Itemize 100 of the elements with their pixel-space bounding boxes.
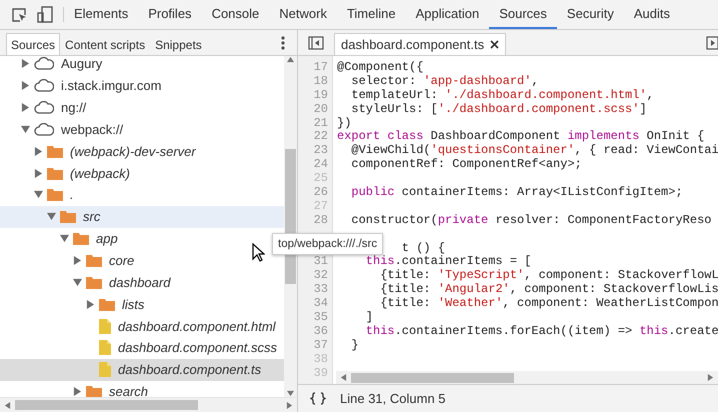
panel-tab[interactable]: Timeline	[336, 0, 406, 29]
folder-icon	[86, 276, 102, 289]
scroll-left-arrow-icon[interactable]	[4, 402, 11, 408]
folder-icon	[60, 210, 76, 224]
folder-icon	[86, 254, 102, 268]
line-number: 17	[312, 61, 329, 75]
line-number: 28	[312, 214, 329, 228]
code-line: })	[337, 116, 352, 130]
tree-item[interactable]: (webpack)	[0, 162, 134, 184]
code-line: export class DashboardComponent implements OnInit {	[337, 130, 706, 144]
code-line: ]	[364, 311, 374, 325]
code-line: public containerItems: Array<IListConfigItem>;	[350, 186, 684, 200]
triangle-icon[interactable]	[34, 168, 43, 178]
line-number: 26	[312, 186, 329, 200]
triangle-icon[interactable]	[34, 190, 43, 200]
tree-item[interactable]: app	[0, 228, 122, 250]
tree-item[interactable]: core	[0, 250, 138, 272]
tree-item[interactable]: lists	[0, 293, 148, 316]
line-number: 24	[312, 158, 329, 172]
mouse-cursor-icon	[252, 243, 265, 262]
code-line: this.containerItems = [	[364, 255, 532, 269]
line-number: 33	[312, 283, 329, 298]
tree-item[interactable]: src	[0, 206, 284, 228]
triangle-icon[interactable]	[21, 59, 30, 68]
tree-item[interactable]: .	[0, 184, 78, 206]
code-line: componentRef: ComponentRef<any>;	[350, 158, 583, 172]
more-options-icon[interactable]	[281, 36, 285, 50]
triangle-icon[interactable]	[60, 234, 69, 244]
line-number: 35	[312, 311, 329, 325]
code-line: }	[350, 338, 360, 353]
code-line: styleUrls: ['./dashboard.component.scss']	[350, 102, 648, 117]
cloud-icon	[34, 57, 54, 70]
tree-item[interactable]: webpack://	[0, 118, 128, 140]
curly-braces-icon[interactable]	[310, 392, 326, 405]
device-mode-icon[interactable]	[37, 6, 53, 23]
triangle-icon[interactable]	[86, 300, 95, 309]
code-line: selector: 'app-dashboard',	[350, 74, 540, 89]
folder-icon	[47, 166, 63, 180]
panel-tab[interactable]: Network	[269, 0, 337, 29]
triangle-icon[interactable]	[34, 146, 43, 156]
panel-tab[interactable]: Console	[202, 0, 270, 29]
navigator-tab[interactable]: Content scripts	[60, 33, 150, 55]
triangle-icon[interactable]	[73, 278, 82, 287]
file-icon	[99, 318, 111, 334]
horizontal-scrollbar[interactable]	[0, 397, 297, 412]
file-icon	[99, 362, 111, 378]
triangle-icon[interactable]	[21, 81, 30, 90]
tree-item[interactable]: search	[0, 380, 152, 397]
panel-tab[interactable]: Elements	[64, 0, 138, 29]
triangle-icon[interactable]	[73, 387, 82, 396]
triangle-icon[interactable]	[47, 212, 56, 222]
navigator-tab[interactable]: Sources	[6, 33, 60, 55]
tree-item[interactable]: i.stack.imgur.com	[0, 74, 166, 97]
line-number: 37	[312, 338, 329, 353]
code-line: @ViewChild('questionsContainer', { read: ViewContai	[350, 144, 718, 158]
line-number: 19	[312, 88, 329, 103]
line-number: 23	[312, 144, 329, 158]
code-line: {title: 'Weather', component: WeatherListCompon	[379, 297, 718, 312]
tree-item[interactable]: dashboard.component.ts	[0, 358, 284, 381]
line-number: 34	[312, 297, 329, 312]
scroll-down-arrow-icon[interactable]	[287, 390, 294, 397]
scroll-left-arrow-icon[interactable]	[340, 374, 347, 381]
toggle-navigator-icon[interactable]	[308, 36, 324, 50]
scroll-right-arrow-icon[interactable]	[707, 374, 714, 381]
navigator-tab[interactable]: Snippets	[150, 33, 207, 55]
tree-item[interactable]: ng://	[0, 96, 90, 119]
cloud-icon	[34, 101, 54, 114]
code-line: this.containerItems.forEach((item) => this.create	[364, 324, 718, 339]
scroll-up-arrow-icon[interactable]	[287, 56, 294, 63]
panel-tab[interactable]: Profiles	[138, 0, 202, 29]
toggle-debugger-icon[interactable]	[706, 36, 718, 50]
panel-tab[interactable]: Audits	[624, 0, 680, 29]
horizontal-scrollbar[interactable]	[336, 371, 718, 384]
line-number: 21	[312, 116, 329, 130]
code-line: @Component({	[337, 61, 424, 75]
code-line: {title: 'TypeScript', component: StackoverflowL	[379, 269, 718, 283]
line-number: 32	[312, 269, 329, 284]
tree-item[interactable]: dashboard.component.scss	[0, 336, 281, 359]
panel-tab[interactable]: Security	[556, 0, 624, 29]
tree-item[interactable]: dashboard	[0, 271, 174, 294]
line-number: 20	[312, 102, 329, 117]
line-number: 22	[312, 130, 329, 144]
line-number: 31	[312, 255, 329, 270]
tree-item[interactable]: (webpack)-dev-server	[0, 140, 200, 162]
cloud-icon	[34, 122, 54, 136]
line-number: 36	[312, 324, 329, 339]
triangle-icon[interactable]	[21, 103, 30, 112]
cloud-icon	[34, 79, 54, 92]
tree-item[interactable]: dashboard.component.html	[0, 315, 280, 337]
code-line: constructor(private resolver: ComponentFactoryReso	[350, 214, 712, 228]
element-picker-icon[interactable]	[11, 6, 27, 22]
panel-tab[interactable]: Application	[406, 0, 490, 29]
tree-item[interactable]: Augury	[0, 56, 106, 75]
scroll-right-arrow-icon[interactable]	[286, 402, 293, 408]
file-tab[interactable]: dashboard.component.ts	[334, 33, 506, 55]
triangle-icon[interactable]	[21, 124, 30, 134]
close-icon[interactable]	[490, 40, 500, 49]
tooltip: top/webpack:///./src	[272, 233, 384, 255]
line-number: 18	[312, 74, 329, 89]
triangle-icon[interactable]	[73, 256, 82, 266]
